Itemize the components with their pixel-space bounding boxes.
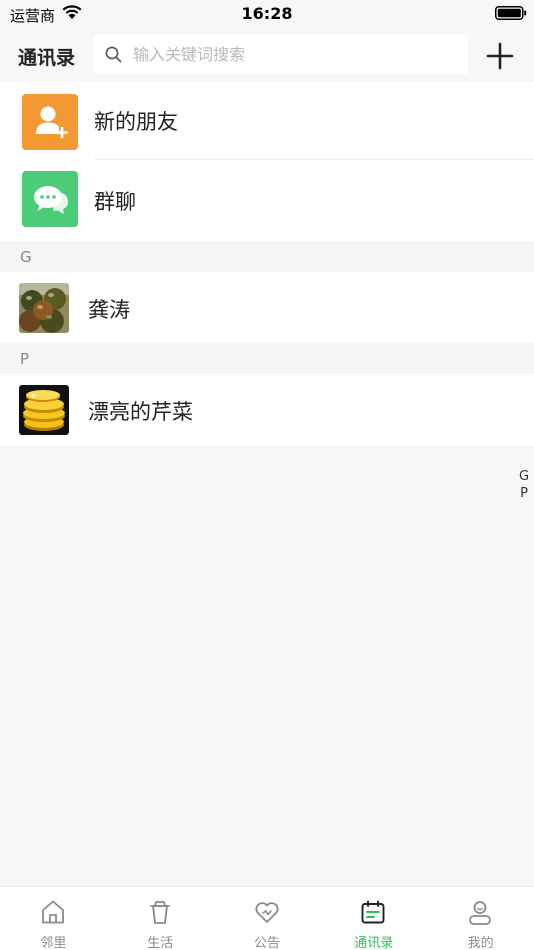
calendar-contacts-icon <box>361 900 385 924</box>
tab-neighborhood[interactable]: 邻里 <box>0 887 107 950</box>
header: 通讯录 <box>0 28 534 82</box>
contact-avatar <box>19 385 69 435</box>
section-letter: P <box>20 350 30 368</box>
page-title: 通讯录 <box>18 47 76 69</box>
alphabet-index: G P <box>514 468 534 502</box>
tab-label: 邻里 <box>40 936 67 950</box>
tab-label: 公告 <box>253 936 280 950</box>
status-time: 16:28 <box>241 4 293 23</box>
new-friends-label: 新的朋友 <box>94 110 178 134</box>
tab-me[interactable]: 我的 <box>427 887 534 950</box>
section-header-g: G <box>0 241 534 272</box>
tab-label: 通讯录 <box>354 936 394 950</box>
status-bar: 运营商 16:28 <box>0 0 534 28</box>
cup-icon <box>149 901 170 924</box>
index-letter-g[interactable]: G <box>514 468 534 485</box>
contact-row[interactable]: 龚涛 <box>0 272 534 343</box>
user-icon <box>469 901 492 925</box>
index-letter-p[interactable]: P <box>514 485 534 502</box>
tab-contacts[interactable]: 通讯录 <box>320 887 427 950</box>
battery-icon <box>495 6 527 20</box>
heart-icon <box>255 902 279 923</box>
contact-name: 龚涛 <box>88 298 130 322</box>
new-friends-row[interactable]: 新的朋友 <box>0 82 534 160</box>
group-chat-label: 群聊 <box>94 190 136 214</box>
search-input[interactable] <box>133 35 453 74</box>
contacts-screen: 运营商 16:28 通讯录 输入关键词搜索 新的朋友 群聊 G 龚涛 P 漂亮的… <box>0 0 534 950</box>
group-chat-row[interactable]: 群聊 <box>0 160 534 241</box>
new-friend-icon <box>22 94 78 150</box>
tab-label: 我的 <box>467 936 494 950</box>
contact-name: 漂亮的芹菜 <box>88 400 193 424</box>
section-header-p: P <box>0 343 534 374</box>
home-icon <box>42 900 64 924</box>
search-icon <box>105 46 122 63</box>
contact-row[interactable]: 漂亮的芹菜 <box>0 374 534 445</box>
search-box[interactable] <box>93 35 468 74</box>
tab-label: 生活 <box>147 936 174 950</box>
section-letter: G <box>20 248 32 266</box>
contact-avatar <box>19 283 69 333</box>
add-button[interactable] <box>485 41 515 71</box>
tab-announcements[interactable]: 公告 <box>214 887 321 950</box>
tab-life[interactable]: 生活 <box>107 887 214 950</box>
bottom-tab-bar: 邻里 生活 公告 通讯录 我的 <box>0 886 534 950</box>
group-chat-icon <box>22 171 78 227</box>
